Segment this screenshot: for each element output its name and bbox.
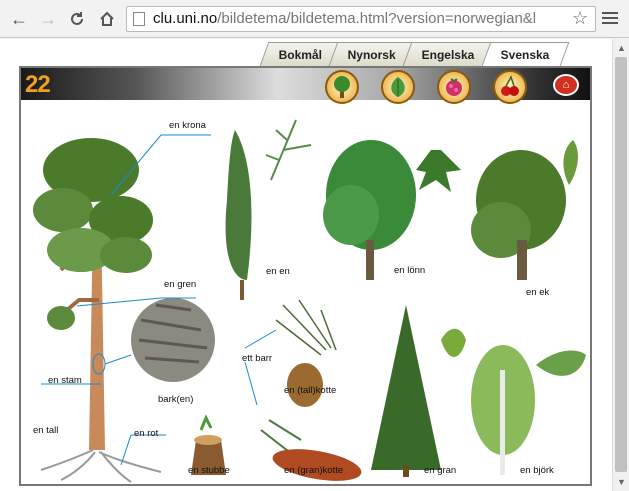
home-icon[interactable]: ⌂ xyxy=(553,74,579,96)
url-host: clu.uni.no xyxy=(153,10,218,27)
birch-illustration[interactable] xyxy=(471,345,586,475)
browser-toolbar: ← → clu.uni.no/bildetema/bildetema.html?… xyxy=(0,0,629,38)
language-tabs: Bokmål Nynorsk Engelska Svenska xyxy=(259,42,570,66)
tab-engelska[interactable]: Engelska xyxy=(403,42,495,66)
label-bjork: en björk xyxy=(520,465,554,476)
spruce-cone-illustration[interactable] xyxy=(260,419,364,486)
label-tall: en tall xyxy=(33,425,59,436)
forward-button[interactable]: → xyxy=(37,8,59,30)
label-lonn: en lönn xyxy=(394,265,426,276)
bark-illustration[interactable] xyxy=(131,298,215,382)
maple-illustration[interactable] xyxy=(323,140,461,280)
label-rot: en rot xyxy=(134,428,159,439)
picture-dictionary: 22 ⌂ en krona en gren en stam en tall en… xyxy=(19,66,592,486)
label-barr: ett barr xyxy=(242,353,273,364)
theme-number: 22 xyxy=(25,71,51,98)
label-en: en en xyxy=(266,266,290,277)
url-bar[interactable]: clu.uni.no/bildetema/bildetema.html?vers… xyxy=(126,6,596,32)
label-bark: bark(en) xyxy=(158,394,194,405)
scrollbar-thumb[interactable] xyxy=(615,57,627,472)
tree-illustrations xyxy=(33,119,586,486)
cherry-icon[interactable] xyxy=(493,70,527,104)
tree-icon[interactable] xyxy=(325,70,359,104)
reload-button[interactable] xyxy=(66,8,88,30)
home-button[interactable] xyxy=(96,8,118,30)
tab-svenska[interactable]: Svenska xyxy=(481,42,570,66)
leaf-icon[interactable] xyxy=(381,70,415,104)
scrollbar[interactable]: ▲ ▼ xyxy=(612,39,629,491)
berry-icon[interactable] xyxy=(437,70,471,104)
label-stubbe: en stubbe xyxy=(188,465,230,476)
url-path: /bildetema/bildetema.html?version=norweg… xyxy=(217,10,537,27)
label-tallkotte: en (tall)kotte xyxy=(284,385,337,396)
scroll-up-icon[interactable]: ▲ xyxy=(617,43,626,53)
label-grankotte: en (gran)kotte xyxy=(284,465,344,476)
oak-illustration[interactable] xyxy=(471,140,578,280)
bookmark-star-icon[interactable]: ☆ xyxy=(572,8,588,29)
spruce-illustration[interactable] xyxy=(371,305,466,477)
label-gran: en gran xyxy=(424,465,457,476)
label-krona: en krona xyxy=(169,120,206,131)
scroll-down-icon[interactable]: ▼ xyxy=(617,477,626,487)
label-stam: en stam xyxy=(48,375,82,386)
label-gren: en gren xyxy=(164,279,197,290)
reload-icon xyxy=(71,12,83,25)
back-button[interactable]: ← xyxy=(8,8,30,30)
theme-header: 22 ⌂ xyxy=(21,68,590,104)
home-icon xyxy=(100,11,114,26)
label-ek: en ek xyxy=(526,287,550,298)
menu-icon[interactable] xyxy=(602,10,618,26)
page-icon xyxy=(133,12,145,26)
